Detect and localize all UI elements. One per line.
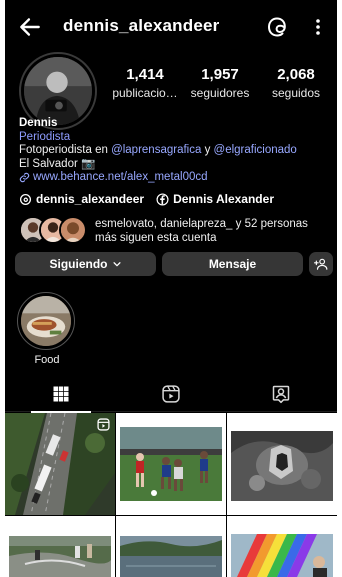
followed-by-line-2: más siguen esta cuenta bbox=[95, 232, 217, 244]
stat-followers[interactable]: 1,957 seguidores bbox=[186, 66, 254, 100]
bio-text: Fotoperiodista en bbox=[19, 144, 112, 156]
facebook-icon bbox=[156, 192, 169, 206]
facebook-profile-link[interactable]: Dennis Alexander bbox=[156, 192, 274, 206]
profile-screen: dennis_alexandeer 1,414 publicacio… 1,95… bbox=[5, 0, 337, 577]
bio-link-text: www.behance.net/alex_metal00cd bbox=[33, 171, 208, 183]
highlight-ring bbox=[17, 292, 75, 350]
mention-elgraficionado[interactable]: @elgraficionado bbox=[214, 144, 297, 156]
chevron-down-icon bbox=[112, 262, 121, 267]
message-button-label: Mensaje bbox=[208, 257, 257, 271]
threads-profile-link[interactable]: dennis_alexandeer bbox=[19, 192, 144, 206]
content-tabs bbox=[5, 376, 337, 413]
stat-followers-label: seguidores bbox=[190, 86, 250, 100]
social-links: dennis_alexandeer Dennis Alexander bbox=[19, 192, 274, 206]
threads-icon[interactable] bbox=[265, 15, 289, 39]
threads-username: dennis_alexandeer bbox=[36, 192, 145, 206]
message-button[interactable]: Mensaje bbox=[162, 252, 303, 276]
facebook-name: Dennis Alexander bbox=[173, 192, 274, 206]
reels-icon bbox=[162, 385, 180, 403]
profile-username: dennis_alexandeer bbox=[63, 16, 220, 35]
follower-avatar bbox=[59, 216, 87, 244]
post-thumbnail[interactable] bbox=[5, 413, 115, 515]
stat-following-value: 2,068 bbox=[277, 66, 315, 83]
action-buttons: Siguiendo Mensaje bbox=[15, 252, 333, 276]
link-icon bbox=[19, 173, 30, 183]
posts-grid bbox=[5, 413, 337, 577]
followed-by-text: esmelovato, danielapreza_ y 52 personas … bbox=[95, 217, 335, 245]
reel-badge-icon bbox=[97, 418, 110, 431]
post-thumbnail[interactable] bbox=[116, 413, 226, 515]
post-thumbnail[interactable] bbox=[227, 516, 337, 577]
stat-followers-value: 1,957 bbox=[201, 66, 239, 83]
top-bar: dennis_alexandeer bbox=[5, 10, 337, 44]
followed-by-line-1: esmelovato, danielapreza_ y 52 personas bbox=[95, 218, 308, 230]
stat-posts-label: publicacio… bbox=[112, 86, 178, 100]
highlight-label: Food bbox=[34, 354, 60, 366]
post-thumbnail[interactable] bbox=[116, 516, 226, 577]
bio-line-1: Fotoperiodista en @laprensagrafica y @el… bbox=[19, 144, 331, 158]
highlight-food[interactable]: Food bbox=[17, 292, 77, 366]
threads-icon bbox=[19, 193, 32, 205]
post-thumbnail[interactable] bbox=[5, 516, 115, 577]
suggest-users-button[interactable] bbox=[309, 252, 333, 276]
follower-avatars bbox=[19, 216, 89, 244]
add-person-icon bbox=[314, 258, 328, 270]
profile-avatar bbox=[24, 57, 92, 125]
arrow-left-icon[interactable] bbox=[17, 14, 43, 40]
highlight-cover bbox=[21, 296, 71, 346]
tab-posts[interactable] bbox=[6, 376, 116, 413]
category-label: Periodista bbox=[19, 130, 71, 143]
grid-icon bbox=[53, 386, 69, 402]
post-thumbnail[interactable] bbox=[227, 413, 337, 515]
stat-posts[interactable]: 1,414 publicacio… bbox=[109, 66, 181, 100]
tab-tagged[interactable] bbox=[226, 376, 336, 412]
bio-line-2: El Salvador 📷 bbox=[19, 157, 96, 170]
following-button[interactable]: Siguiendo bbox=[15, 252, 156, 276]
bio: Dennis Periodista Fotoperiodista en @lap… bbox=[19, 117, 331, 185]
stat-posts-value: 1,414 bbox=[126, 66, 164, 83]
following-button-label: Siguiendo bbox=[49, 257, 108, 271]
followed-by[interactable]: esmelovato, danielapreza_ y 52 personas … bbox=[19, 216, 337, 248]
bio-text-and: y bbox=[201, 144, 214, 156]
more-vertical-icon[interactable] bbox=[308, 15, 328, 39]
tagged-icon bbox=[272, 385, 290, 404]
tab-reels[interactable] bbox=[116, 376, 226, 412]
mention-laprensagrafica[interactable]: @laprensagrafica bbox=[111, 144, 201, 156]
stat-following[interactable]: 2,068 seguidos bbox=[262, 66, 330, 100]
bio-link[interactable]: www.behance.net/alex_metal00cd bbox=[19, 171, 331, 185]
stat-following-label: seguidos bbox=[271, 86, 321, 100]
display-name: Dennis bbox=[19, 117, 58, 129]
